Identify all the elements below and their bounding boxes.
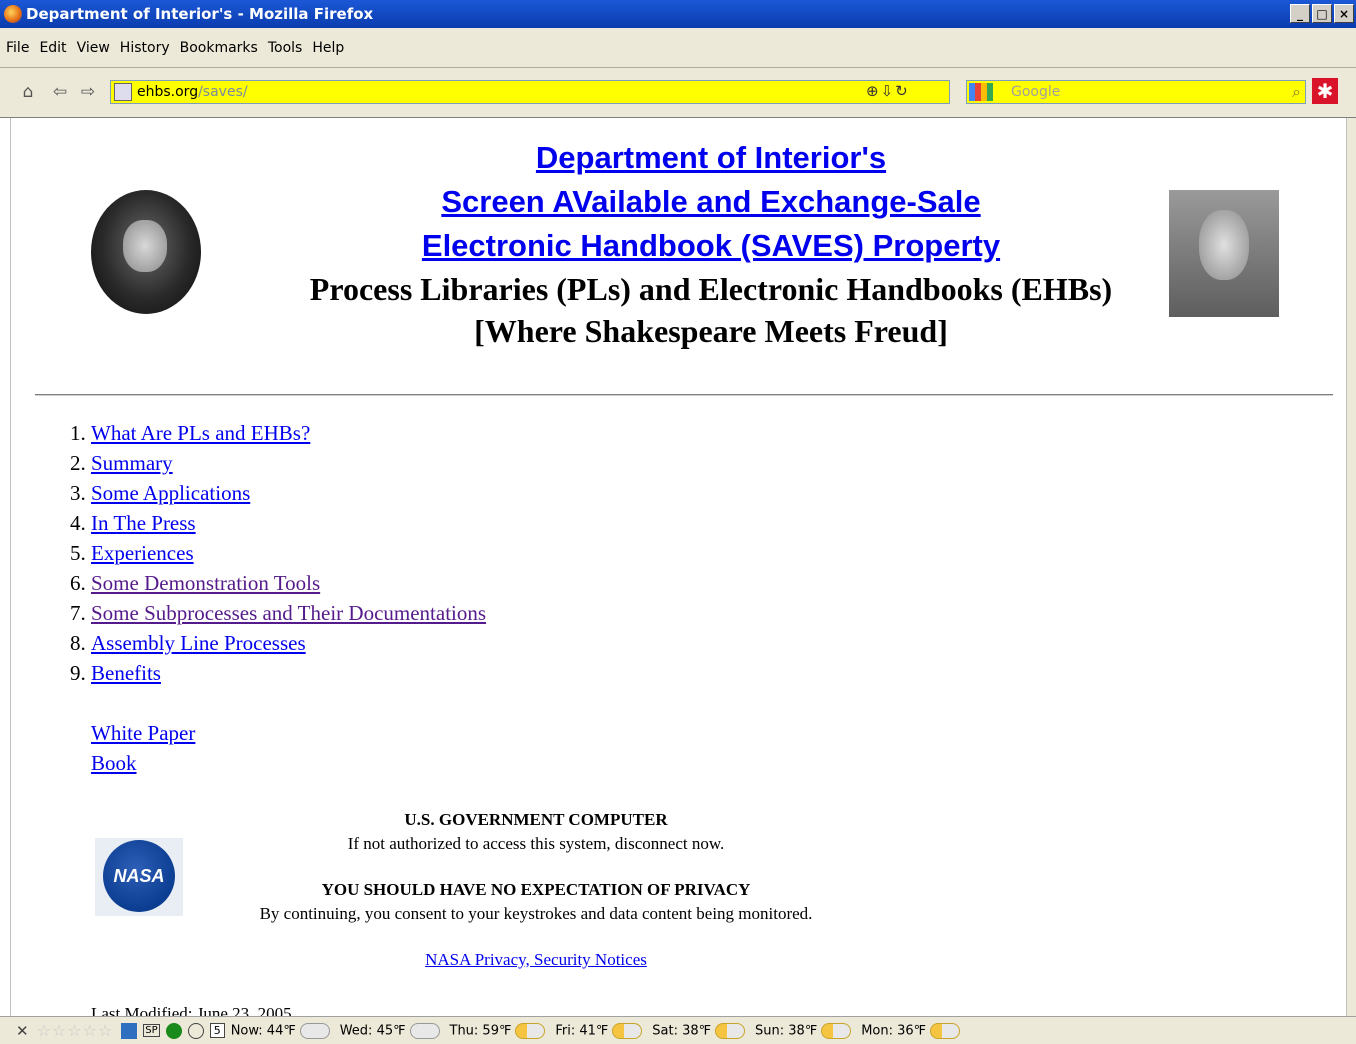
addon-icon[interactable] (121, 1022, 138, 1039)
toc-link-subprocesses[interactable]: Some Subprocesses and Their Documentatio… (91, 601, 486, 625)
weather-label: Now: 44℉ (230, 1023, 296, 1038)
site-identity-icon[interactable] (114, 83, 132, 101)
notice-line-1: If not authorized to access this system,… (347, 834, 725, 853)
forward-icon[interactable]: ⇨ (78, 82, 98, 102)
maximize-button[interactable]: □ (1312, 4, 1332, 23)
vertical-scrollbar[interactable] (1346, 118, 1356, 1016)
cloud-icon (299, 1022, 330, 1039)
table-of-contents: What Are PLs and EHBs? Summary Some Appl… (51, 418, 486, 688)
list-item: In The Press (91, 508, 486, 538)
nasa-logo: NASA (95, 838, 183, 916)
url-host: ehbs.org (137, 84, 199, 100)
extra-links: White Paper Book (91, 718, 195, 778)
subheading-line-1: Process Libraries (PLs) and Electronic H… (309, 271, 1113, 307)
page-content: Department of Interior's Screen AVailabl… (10, 118, 1347, 1016)
weather-label: Thu: 59℉ (449, 1023, 512, 1038)
rating-stars-icon[interactable]: ☆☆☆☆☆ (37, 1021, 114, 1040)
firefox-icon (4, 5, 22, 23)
search-placeholder: Google (1011, 84, 1061, 100)
menu-edit[interactable]: Edit (39, 40, 66, 56)
heading-link-3[interactable]: Electronic Handbook (SAVES) Property (11, 224, 1347, 268)
sp-icon[interactable]: SP (143, 1024, 160, 1037)
close-button[interactable]: × (1334, 4, 1354, 23)
partly-sunny-icon (930, 1022, 961, 1039)
list-item: Experiences (91, 538, 486, 568)
weather-item[interactable]: Fri: 41℉ (555, 1022, 643, 1039)
list-item: Some Subprocesses and Their Documentatio… (91, 598, 486, 628)
nasa-logo-text: NASA (103, 840, 175, 912)
window-titlebar: Department of Interior's - Mozilla Firef… (0, 0, 1356, 28)
weather-label: Mon: 36℉ (861, 1023, 927, 1038)
heading-link-1[interactable]: Department of Interior's (11, 136, 1347, 180)
toc-link-applications[interactable]: Some Applications (91, 481, 250, 505)
government-notice: U.S. GOVERNMENT COMPUTER If not authoriz… (211, 808, 861, 972)
rain-cloud-icon (409, 1022, 440, 1039)
menu-history[interactable]: History (120, 40, 170, 56)
status-bar: ✕ ☆☆☆☆☆ SP 5 Now: 44℉ Wed: 45℉ Thu: 59℉ … (0, 1016, 1356, 1044)
toc-link-summary[interactable]: Summary (91, 451, 173, 475)
last-modified: Last Modified: June 23, 2005 (91, 1004, 292, 1016)
white-paper-link[interactable]: White Paper (91, 718, 195, 748)
close-icon[interactable]: ✕ (16, 1022, 29, 1040)
weather-item[interactable]: Wed: 45℉ (339, 1022, 440, 1039)
search-box[interactable]: Google ⌕ (966, 80, 1306, 104)
weather-item[interactable]: Thu: 59℉ (449, 1022, 546, 1039)
notice-line-2: By continuing, you consent to your keyst… (259, 904, 813, 923)
weather-item[interactable]: Now: 44℉ (230, 1022, 330, 1039)
weather-label: Fri: 41℉ (555, 1023, 609, 1038)
menu-help[interactable]: Help (312, 40, 344, 56)
home-icon[interactable]: ⌂ (18, 82, 38, 102)
toc-link-demo-tools[interactable]: Some Demonstration Tools (91, 571, 320, 595)
list-item: Benefits (91, 658, 486, 688)
navigation-toolbar: ⌂ ⇦ ⇨ ehbs.org/saves/ ⊕⇩↻ Google ⌕ ✱ (0, 68, 1356, 118)
horizontal-divider (35, 394, 1333, 396)
weather-label: Wed: 45℉ (339, 1023, 406, 1038)
weather-item[interactable]: Mon: 36℉ (861, 1022, 961, 1039)
list-item: Some Demonstration Tools (91, 568, 486, 598)
back-icon[interactable]: ⇦ (50, 82, 70, 102)
green-status-icon[interactable] (165, 1022, 182, 1039)
toc-link-press[interactable]: In The Press (91, 511, 196, 535)
partly-sunny-icon (821, 1022, 852, 1039)
url-tools-icons[interactable]: ⊕⇩↻ (866, 82, 910, 100)
calendar-icon[interactable]: 5 (209, 1023, 225, 1038)
list-item: Summary (91, 448, 486, 478)
extension-icon[interactable]: ✱ (1312, 78, 1338, 104)
notice-title-2: YOU SHOULD HAVE NO EXPECTATION OF PRIVAC… (321, 880, 751, 899)
list-item: Assembly Line Processes (91, 628, 486, 658)
book-link[interactable]: Book (91, 748, 195, 778)
weather-label: Sun: 38℉ (755, 1023, 818, 1038)
list-item: What Are PLs and EHBs? (91, 418, 486, 448)
toc-link-benefits[interactable]: Benefits (91, 661, 161, 685)
weather-item[interactable]: Sun: 38℉ (755, 1022, 852, 1039)
url-path: /saves/ (198, 84, 248, 100)
toc-link-assembly-line[interactable]: Assembly Line Processes (91, 631, 306, 655)
weather-item[interactable]: Sat: 38℉ (652, 1022, 746, 1039)
menu-bookmarks[interactable]: Bookmarks (180, 40, 258, 56)
notice-title-1: U.S. GOVERNMENT COMPUTER (404, 810, 668, 829)
partly-sunny-icon (515, 1022, 546, 1039)
search-engine-icon[interactable] (969, 83, 993, 101)
window-controls: _ □ × (1290, 4, 1354, 23)
url-bar[interactable]: ehbs.org/saves/ (110, 80, 950, 104)
toc-link-experiences[interactable]: Experiences (91, 541, 194, 565)
toc-link-what-are-pls[interactable]: What Are PLs and EHBs? (91, 421, 310, 445)
menu-file[interactable]: File (6, 40, 29, 56)
page-header: Department of Interior's Screen AVailabl… (11, 136, 1347, 352)
window-title: Department of Interior's - Mozilla Firef… (26, 5, 374, 23)
search-icon[interactable]: ⌕ (1292, 81, 1301, 103)
clock-icon[interactable] (187, 1022, 204, 1039)
partly-sunny-icon (612, 1022, 643, 1039)
minimize-button[interactable]: _ (1290, 4, 1310, 23)
weather-label: Sat: 38℉ (652, 1023, 712, 1038)
menu-bar: File Edit View History Bookmarks Tools H… (0, 28, 1356, 68)
menu-view[interactable]: View (77, 40, 110, 56)
list-item: Some Applications (91, 478, 486, 508)
partly-sunny-icon (715, 1022, 746, 1039)
subheading-line-2: [Where Shakespeare Meets Freud] (474, 313, 948, 349)
menu-tools[interactable]: Tools (268, 40, 303, 56)
privacy-notice-link[interactable]: NASA Privacy, Security Notices (425, 950, 647, 969)
heading-link-2[interactable]: Screen AVailable and Exchange-Sale (11, 180, 1347, 224)
